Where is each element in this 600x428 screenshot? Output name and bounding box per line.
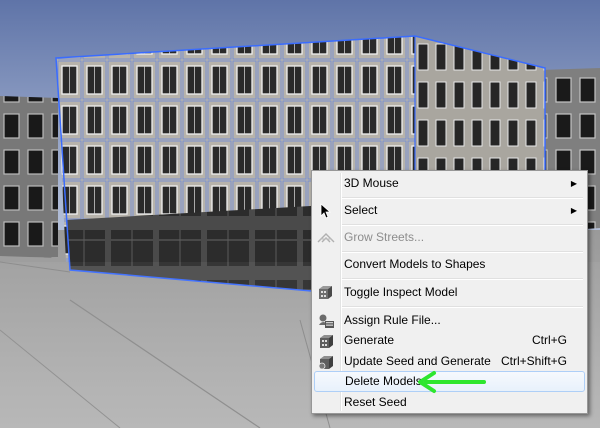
menu-item-label: Update Seed and Generate: [344, 354, 491, 368]
menu-item-reset-seed[interactable]: Reset Seed: [314, 392, 585, 413]
menu-item-generate[interactable]: Generate Ctrl+G: [314, 330, 585, 351]
rule-file-icon: [315, 311, 337, 330]
submenu-arrow-icon: ▶: [570, 179, 577, 188]
menu-item-label: Grow Streets...: [344, 230, 425, 244]
menu-item-grow-streets: Grow Streets...: [314, 227, 585, 248]
streets-icon: [315, 228, 337, 247]
menu-separator: [342, 251, 583, 253]
update-seed-icon: [315, 352, 337, 371]
menu-item-3d-mouse[interactable]: 3D Mouse ▶: [314, 173, 585, 194]
menu-item-select[interactable]: Select ▶: [314, 200, 585, 221]
cursor-icon: [315, 201, 337, 220]
menu-item-toggle-inspect-model[interactable]: Toggle Inspect Model: [314, 282, 585, 303]
menu-item-label: Select: [344, 203, 378, 217]
menu-separator: [342, 224, 583, 226]
submenu-arrow-icon: ▶: [570, 206, 577, 215]
menu-item-update-seed-and-generate[interactable]: Update Seed and Generate Ctrl+Shift+G: [314, 351, 585, 372]
menu-item-label: Convert Models to Shapes: [344, 257, 486, 271]
menu-item-label: Assign Rule File...: [344, 313, 441, 327]
menu-item-convert-models-to-shapes[interactable]: Convert Models to Shapes: [314, 254, 585, 275]
menu-item-label: 3D Mouse: [344, 176, 399, 190]
menu-separator: [342, 197, 583, 199]
menu-separator: [342, 306, 583, 308]
menu-separator: [342, 278, 583, 280]
inspect-model-icon: [315, 283, 337, 302]
annotation-arrow-icon: [418, 371, 486, 393]
menu-item-shortcut: Ctrl+Shift+G: [500, 354, 567, 368]
menu-item-label: Toggle Inspect Model: [344, 285, 458, 299]
generate-icon: [315, 331, 337, 350]
menu-item-assign-rule-file[interactable]: Assign Rule File...: [314, 310, 585, 331]
menu-item-label: Reset Seed: [344, 395, 407, 409]
menu-item-shortcut: Ctrl+G: [531, 333, 567, 347]
menu-item-label: Delete Models: [345, 374, 422, 388]
menu-item-label: Generate: [344, 333, 395, 347]
